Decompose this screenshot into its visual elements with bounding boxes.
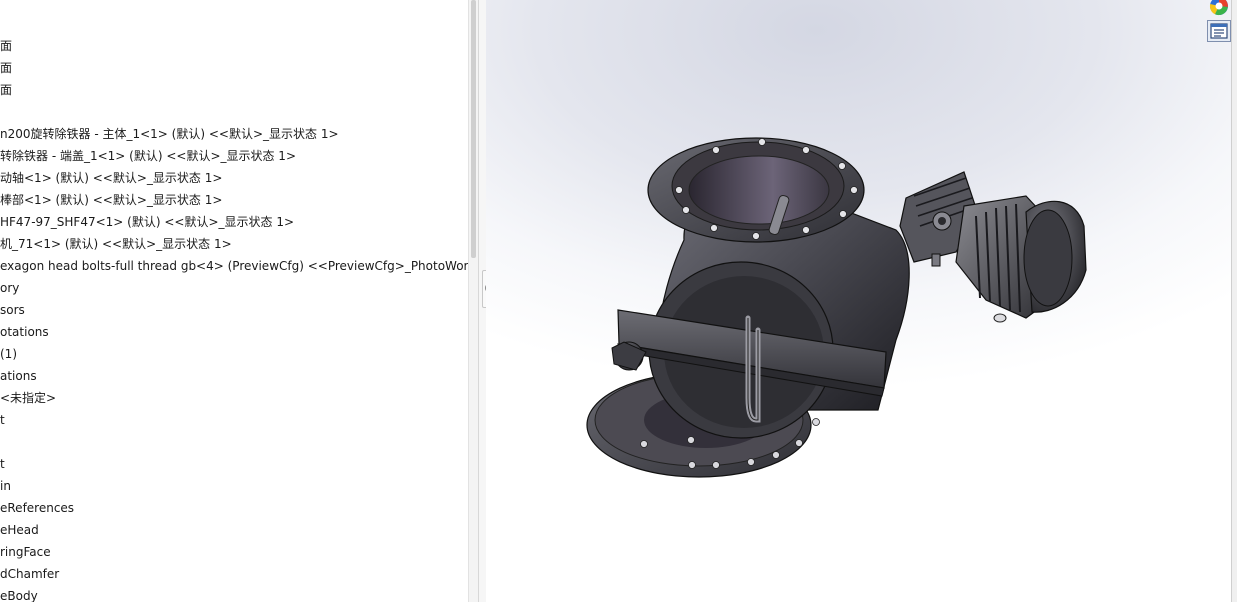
tree-item[interactable]: <未指定> bbox=[0, 388, 56, 408]
tree-item[interactable]: eBody bbox=[0, 586, 38, 602]
tree-item[interactable]: exagon head bolts-full thread gb<4> (Pre… bbox=[0, 256, 468, 276]
tree-item[interactable]: t bbox=[0, 410, 5, 430]
taskpane-tab-strip bbox=[1231, 0, 1237, 602]
tree-item[interactable]: eReferences bbox=[0, 498, 74, 518]
task-pane-list-icon bbox=[1210, 23, 1228, 39]
tree-item[interactable]: t bbox=[0, 454, 5, 474]
tree-item[interactable]: 棒部<1> (默认) <<默认>_显示状态 1> bbox=[0, 190, 222, 210]
graphics-viewport[interactable] bbox=[486, 0, 1231, 602]
tree-item[interactable]: ations bbox=[0, 366, 37, 386]
tree-item[interactable]: otations bbox=[0, 322, 49, 342]
tree-item[interactable]: 面 bbox=[0, 58, 12, 78]
tree-item[interactable]: 面 bbox=[0, 36, 12, 56]
tree-item[interactable]: ringFace bbox=[0, 542, 51, 562]
tree-scrollbar-thumb[interactable] bbox=[471, 0, 476, 258]
tree-item[interactable]: n200旋转除铁器 - 主体_1<1> (默认) <<默认>_显示状态 1> bbox=[0, 124, 339, 144]
tree-item[interactable]: ory bbox=[0, 278, 19, 298]
tree-item[interactable]: sors bbox=[0, 300, 25, 320]
tree-item[interactable]: 面 bbox=[0, 80, 12, 100]
task-pane-button[interactable] bbox=[1207, 20, 1231, 42]
tree-item[interactable]: 转除铁器 - 端盖_1<1> (默认) <<默认>_显示状态 1> bbox=[0, 146, 296, 166]
3d-model[interactable] bbox=[486, 0, 1231, 602]
tree-item[interactable]: HF47-97_SHF47<1> (默认) <<默认>_显示状态 1> bbox=[0, 212, 294, 232]
feature-manager-tree: 面 面 面 n200旋转除铁器 - 主体_1<1> (默认) <<默认>_显示状… bbox=[0, 0, 468, 602]
tree-item[interactable]: (1) bbox=[0, 344, 17, 364]
tree-item[interactable]: eHead bbox=[0, 520, 39, 540]
tree-item[interactable]: dChamfer bbox=[0, 564, 59, 584]
tree-item[interactable]: 动轴<1> (默认) <<默认>_显示状态 1> bbox=[0, 168, 222, 188]
tree-item[interactable]: in bbox=[0, 476, 11, 496]
tree-item[interactable]: 机_71<1> (默认) <<默认>_显示状态 1> bbox=[0, 234, 232, 254]
appearances-button[interactable] bbox=[1207, 0, 1231, 17]
appearance-color-wheel-icon bbox=[1209, 0, 1228, 16]
